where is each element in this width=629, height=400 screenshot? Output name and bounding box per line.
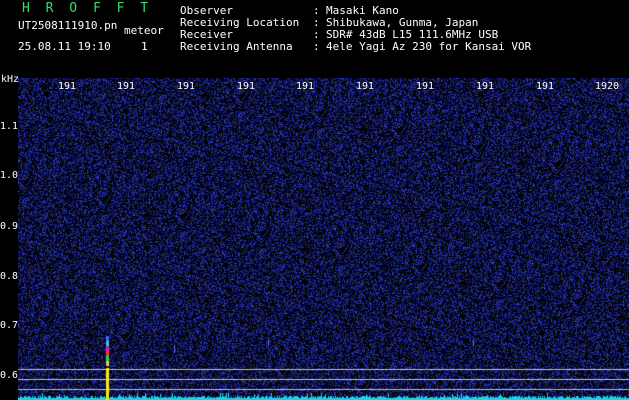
receiver-value: SDR# 43dB L15 111.6MHz USB [326,28,499,41]
y-tick-label: 0.9 [0,221,19,232]
x-tick-label: 191 [536,81,555,92]
file-name: UT2508111910.pn [18,19,118,32]
x-tick-label: 191 [296,81,315,92]
antenna-value: 4ele Yagi Az 230 for Kansai VOR [326,40,532,53]
location-value: Shibukawa, Gunma, Japan [326,16,479,29]
hrofft-window: H R O F F T UT2508111910.pn meteor 25.08… [0,0,629,400]
antenna-colon: : [313,40,320,53]
x-tick-label: 191 [177,81,196,92]
receiver-label: Receiver [180,28,233,41]
x-tick-label: 191 [476,81,495,92]
y-tick-label: 0.7 [0,320,19,331]
location-label: Receiving Location [180,16,300,29]
x-tick-label: 191 [356,81,375,92]
receiver-colon: : [313,28,320,41]
frequency-unit-label: kHz [1,74,20,85]
y-tick-label: 0.8 [0,271,19,282]
meteor-count: 1 [141,40,148,53]
x-tick-label: 191 [58,81,77,92]
meteor-label: meteor [124,24,164,37]
observer-label: Observer [180,4,233,17]
location-colon: : [313,16,320,29]
observer-value: Masaki Kano [326,4,399,17]
x-tick-label: 191 [117,81,136,92]
date-time: 25.08.11 19:10 [18,40,111,53]
x-tick-label: 191 [237,81,256,92]
antenna-label: Receiving Antenna [180,40,293,53]
y-tick-label: 0.6 [0,370,19,381]
spectrogram-plot [18,78,629,400]
observer-colon: : [313,4,320,17]
app-brand: H R O F F T [22,1,153,16]
x-tick-label: 191 [416,81,435,92]
y-tick-label: 1.0 [0,170,19,181]
y-tick-label: 1.1 [0,121,19,132]
x-tick-label: 1920 [595,81,620,92]
